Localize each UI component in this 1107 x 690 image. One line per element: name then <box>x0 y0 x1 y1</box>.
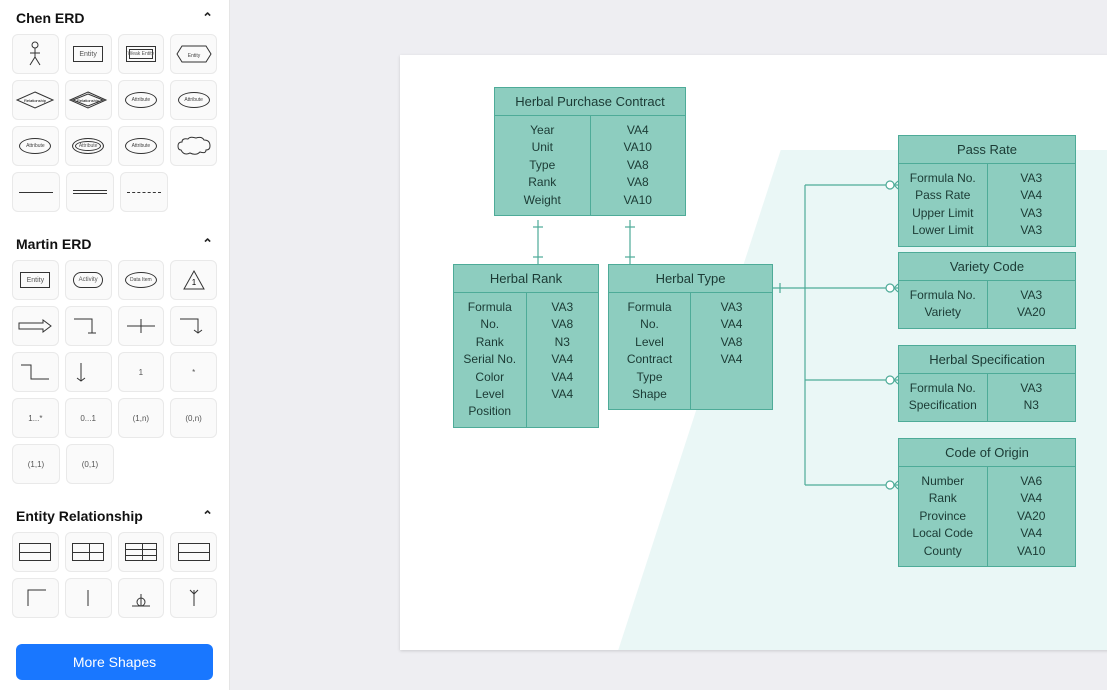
entity-title: Herbal Type <box>609 265 772 293</box>
shape-martin-conn2[interactable] <box>118 306 165 346</box>
section-martin-erd[interactable]: Martin ERD ⌃ <box>0 226 229 260</box>
entity-title: Pass Rate <box>899 136 1075 164</box>
shape-attribute-ellipse[interactable]: Attribute <box>118 80 165 120</box>
entity-title: Herbal Purchase Contract <box>495 88 685 116</box>
shape-er-conn1[interactable] <box>12 578 59 618</box>
svg-text:Relationship: Relationship <box>24 98 47 103</box>
shape-martin-one-star[interactable]: 1...* <box>12 398 59 438</box>
shape-er-conn2[interactable] <box>65 578 112 618</box>
more-shapes-button[interactable]: More Shapes <box>16 644 213 680</box>
shape-dashed-line[interactable] <box>120 172 168 212</box>
entity-title: Herbal Rank <box>454 265 598 293</box>
entity-types: VA3VA8N3VA4VA4VA4 <box>527 293 599 427</box>
shape-martin-one-one[interactable]: (1,1) <box>12 444 60 484</box>
entity-title: Variety Code <box>899 253 1075 281</box>
shape-er-table1[interactable] <box>12 532 59 572</box>
entity-fields: Formula No.LevelContractTypeShape <box>609 293 691 409</box>
entity-variety-code[interactable]: Variety Code Formula No.Variety VA3VA20 <box>898 252 1076 329</box>
diagram-page[interactable]: Herbal Purchase Contract YearUnitTypeRan… <box>400 55 1107 650</box>
shape-er-conn3[interactable] <box>118 578 165 618</box>
section-chen-erd-label: Chen ERD <box>16 10 84 26</box>
entity-code-of-origin[interactable]: Code of Origin NumberRankProvinceLocal C… <box>898 438 1076 567</box>
shape-martin-triangle[interactable]: 1 <box>170 260 217 300</box>
entity-fields: Formula No.Specification <box>899 374 988 421</box>
shape-martin-entity[interactable]: Entity <box>12 260 59 300</box>
svg-text:1: 1 <box>191 278 196 287</box>
svg-text:Relationship: Relationship <box>77 98 100 103</box>
shape-attribute-ellipse-3[interactable]: Attribute <box>12 126 59 166</box>
shape-actor[interactable] <box>12 34 59 74</box>
chevron-up-icon: ⌃ <box>202 236 213 252</box>
chen-erd-shapes: Entity Weak Entity Entity Relationship R… <box>0 34 229 226</box>
entity-fields: Formula No.Variety <box>899 281 988 328</box>
shape-entity2[interactable]: Entity <box>170 34 217 74</box>
martin-erd-shapes: Entity Activity Data Item 1 1 * 1...* 0.… <box>0 260 229 498</box>
shape-relationship[interactable]: Relationship <box>12 80 59 120</box>
entity-relationship-shapes <box>0 532 229 632</box>
entity-types: VA4VA10VA8VA8VA10 <box>591 116 686 215</box>
shape-martin-arrow[interactable] <box>12 306 59 346</box>
entity-fields: NumberRankProvinceLocal CodeCounty <box>899 467 988 566</box>
shape-er-conn4[interactable] <box>170 578 217 618</box>
shape-entity[interactable]: Entity <box>65 34 112 74</box>
shape-martin-activity[interactable]: Activity <box>65 260 112 300</box>
shapes-sidebar: Chen ERD ⌃ Entity Weak Entity Entity Rel… <box>0 0 230 690</box>
shape-martin-one[interactable]: 1 <box>118 352 165 392</box>
entity-pass-rate[interactable]: Pass Rate Formula No.Pass RateUpper Limi… <box>898 135 1076 247</box>
shape-martin-zero-one[interactable]: 0...1 <box>65 398 112 438</box>
section-martin-erd-label: Martin ERD <box>16 236 91 252</box>
entity-types: VA3VA20 <box>988 281 1076 328</box>
shape-martin-zero-one-p[interactable]: (0,1) <box>66 444 114 484</box>
shape-martin-dataitem[interactable]: Data Item <box>118 260 165 300</box>
shape-cloud[interactable] <box>170 126 217 166</box>
shape-er-table4[interactable] <box>170 532 217 572</box>
chevron-up-icon: ⌃ <box>202 508 213 524</box>
entity-herbal-rank[interactable]: Herbal Rank Formula No.RankSerial No.Col… <box>453 264 599 428</box>
shape-martin-star[interactable]: * <box>170 352 217 392</box>
shape-martin-one-n[interactable]: (1,n) <box>118 398 165 438</box>
shape-weak-entity[interactable]: Weak Entity <box>118 34 165 74</box>
shape-attribute-dbl-ellipse[interactable]: Attribute <box>65 126 112 166</box>
entity-types: VA3VA4VA3VA3 <box>988 164 1076 246</box>
entity-fields: Formula No.Pass RateUpper LimitLower Lim… <box>899 164 988 246</box>
shape-martin-conn5[interactable] <box>65 352 112 392</box>
shape-martin-conn4[interactable] <box>12 352 59 392</box>
shape-line[interactable] <box>12 172 60 212</box>
shape-er-table2[interactable] <box>65 532 112 572</box>
canvas-area[interactable]: Herbal Purchase Contract YearUnitTypeRan… <box>230 0 1107 690</box>
entity-fields: Formula No.RankSerial No.ColorLevelPosit… <box>454 293 527 427</box>
entity-herbal-purchase-contract[interactable]: Herbal Purchase Contract YearUnitTypeRan… <box>494 87 686 216</box>
entity-herbal-type[interactable]: Herbal Type Formula No.LevelContractType… <box>608 264 773 410</box>
section-entity-relationship-label: Entity Relationship <box>16 508 143 524</box>
shape-attribute-ellipse-4[interactable]: Attribute <box>118 126 165 166</box>
section-entity-relationship[interactable]: Entity Relationship ⌃ <box>0 498 229 532</box>
shape-attribute-ellipse-2[interactable]: Attribute <box>170 80 217 120</box>
shape-martin-zero-n[interactable]: (0,n) <box>170 398 217 438</box>
entity-types: VA3VA4VA8VA4 <box>691 293 772 409</box>
entity-title: Code of Origin <box>899 439 1075 467</box>
shape-martin-conn1[interactable] <box>65 306 112 346</box>
svg-text:Entity: Entity <box>187 53 200 59</box>
entity-herbal-specification[interactable]: Herbal Specification Formula No.Specific… <box>898 345 1076 422</box>
shape-double-line[interactable] <box>66 172 114 212</box>
entity-types: VA3N3 <box>988 374 1076 421</box>
entity-types: VA6VA4VA20VA4VA10 <box>988 467 1076 566</box>
chevron-up-icon: ⌃ <box>202 10 213 26</box>
shape-martin-conn3[interactable] <box>170 306 217 346</box>
section-chen-erd[interactable]: Chen ERD ⌃ <box>0 0 229 34</box>
shape-er-table3[interactable] <box>118 532 165 572</box>
entity-fields: YearUnitTypeRankWeight <box>495 116 591 215</box>
shape-relationship2[interactable]: Relationship <box>65 80 112 120</box>
entity-title: Herbal Specification <box>899 346 1075 374</box>
